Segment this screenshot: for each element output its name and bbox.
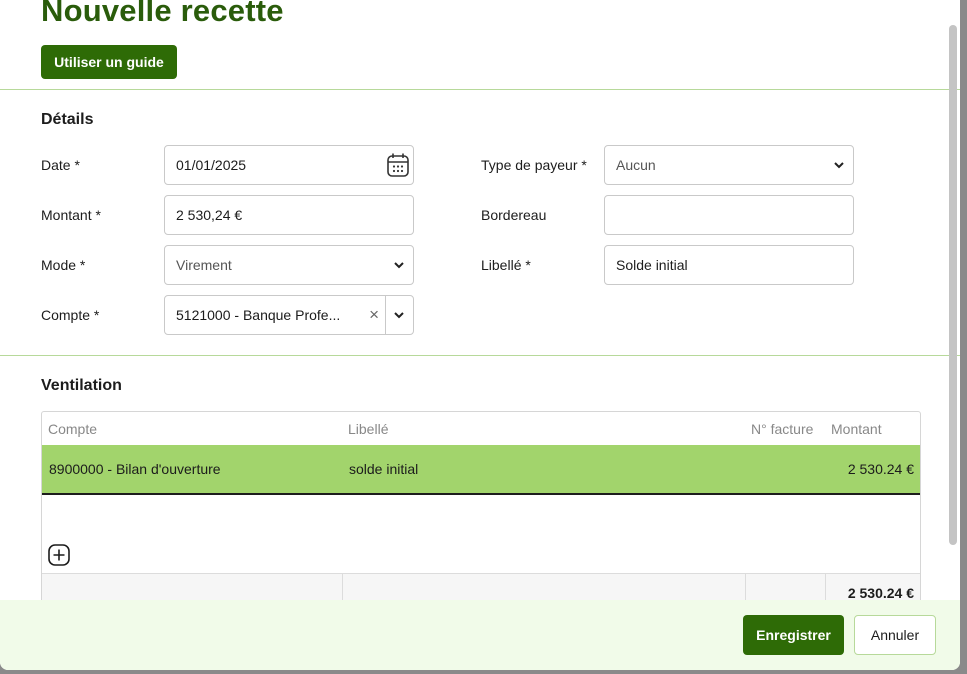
compte-value: 5121000 - Banque Profe... bbox=[176, 307, 341, 323]
mode-label: Mode * bbox=[41, 257, 86, 273]
libelle-value: Solde initial bbox=[616, 257, 688, 273]
total-amount: 2 530.24 € bbox=[847, 585, 914, 601]
use-guide-button[interactable]: Utiliser un guide bbox=[41, 45, 177, 79]
table-row[interactable]: 8900000 - Bilan d'ouverture solde initia… bbox=[42, 445, 920, 495]
ventilation-section-title: Ventilation bbox=[41, 377, 122, 394]
montant-value: 2 530,24 € bbox=[176, 207, 243, 223]
column-header-compte[interactable]: Compte bbox=[48, 421, 97, 437]
divider bbox=[0, 89, 960, 90]
libelle-field[interactable]: Solde initial bbox=[604, 245, 854, 285]
bordereau-field[interactable] bbox=[604, 195, 854, 235]
montant-label: Montant * bbox=[41, 207, 101, 223]
date-field[interactable]: 01/01/2025 bbox=[164, 145, 414, 185]
montant-field[interactable]: 2 530,24 € bbox=[164, 195, 414, 235]
modal-footer: Enregistrer Annuler bbox=[0, 600, 960, 670]
chevron-down-icon bbox=[834, 162, 844, 169]
bordereau-label: Bordereau bbox=[481, 207, 547, 223]
details-section-title: Détails bbox=[41, 111, 94, 128]
libelle-label: Libellé * bbox=[481, 257, 531, 273]
date-value: 01/01/2025 bbox=[176, 157, 247, 173]
clear-icon[interactable]: × bbox=[369, 305, 379, 325]
cancel-button[interactable]: Annuler bbox=[854, 615, 936, 655]
save-button[interactable]: Enregistrer bbox=[743, 615, 844, 655]
scrollbar[interactable] bbox=[949, 25, 957, 545]
compte-label: Compte * bbox=[41, 307, 100, 323]
compte-select[interactable]: 5121000 - Banque Profe... × bbox=[164, 295, 414, 335]
date-label: Date * bbox=[41, 157, 80, 173]
chevron-down-icon[interactable] bbox=[393, 309, 405, 321]
select-separator bbox=[385, 296, 386, 334]
divider bbox=[0, 355, 960, 356]
calendar-icon[interactable] bbox=[386, 152, 410, 178]
ventilation-table: Compte Libellé N° facture Montant 890000… bbox=[41, 411, 921, 611]
add-row-icon[interactable] bbox=[48, 544, 70, 566]
type-payeur-label: Type de payeur * bbox=[481, 157, 587, 173]
chevron-down-icon bbox=[394, 262, 404, 269]
row-montant: 2 530.24 € bbox=[847, 461, 914, 477]
column-header-facture[interactable]: N° facture bbox=[751, 421, 813, 437]
column-header-montant[interactable]: Montant bbox=[831, 421, 882, 437]
modal-title: Nouvelle recette bbox=[41, 0, 284, 28]
new-receipt-modal: Nouvelle recette Utiliser un guide Détai… bbox=[0, 0, 960, 670]
mode-value: Virement bbox=[176, 257, 232, 273]
type-payeur-select[interactable]: Aucun bbox=[604, 145, 854, 185]
type-payeur-value: Aucun bbox=[616, 157, 656, 173]
column-header-libelle[interactable]: Libellé bbox=[348, 421, 388, 437]
row-compte: 8900000 - Bilan d'ouverture bbox=[49, 461, 221, 477]
row-libelle: solde initial bbox=[349, 461, 419, 477]
mode-select[interactable]: Virement bbox=[164, 245, 414, 285]
